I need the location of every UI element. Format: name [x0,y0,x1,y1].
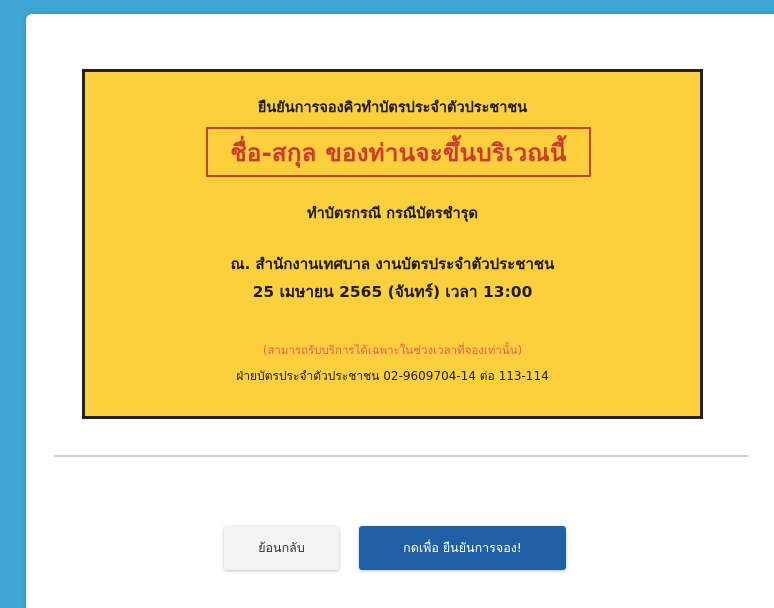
confirm-button-label: กดเพื่อ ยืนยันการจอง! [403,540,522,555]
ticket-heading: ยืนยันการจองคิวทำบัตรประจำตัวประชาชน [257,100,528,116]
confirm-booking-button[interactable]: กดเพื่อ ยืนยันการจอง! [359,526,566,570]
section-divider [54,455,748,457]
booking-note: (สามารถรับบริการได้เฉพาะในช่วงเวลาที่จอง… [262,343,523,357]
name-placeholder-box: ชื่อ-สกุล ของท่านจะขึ้นบริเวณนี้ [206,127,591,177]
contact-info: ฝ่ายบัตรประจำตัวประชาชน 02-9609704-14 ต่… [236,369,549,383]
confirmation-card: ยืนยันการจองคิวทำบัตรประจำตัวประชาชน ชื่… [26,14,774,608]
back-button[interactable]: ย้อนกลับ [224,526,339,570]
back-button-label: ย้อนกลับ [258,540,305,555]
service-type: ทำบัตรกรณี กรณีบัตรชำรุด [307,206,478,222]
name-placeholder-text: ชื่อ-สกุล ของท่านจะขึ้นบริเวณนี้ [230,138,567,167]
appointment-datetime: 25 เมษายน 2565 (จันทร์) เวลา 13:00 [252,283,533,301]
booking-ticket: ยืนยันการจองคิวทำบัตรประจำตัวประชาชน ชื่… [82,69,703,419]
service-location: ณ. สำนักงานเทศบาล งานบัตรประจำตัวประชาชน [230,255,555,273]
